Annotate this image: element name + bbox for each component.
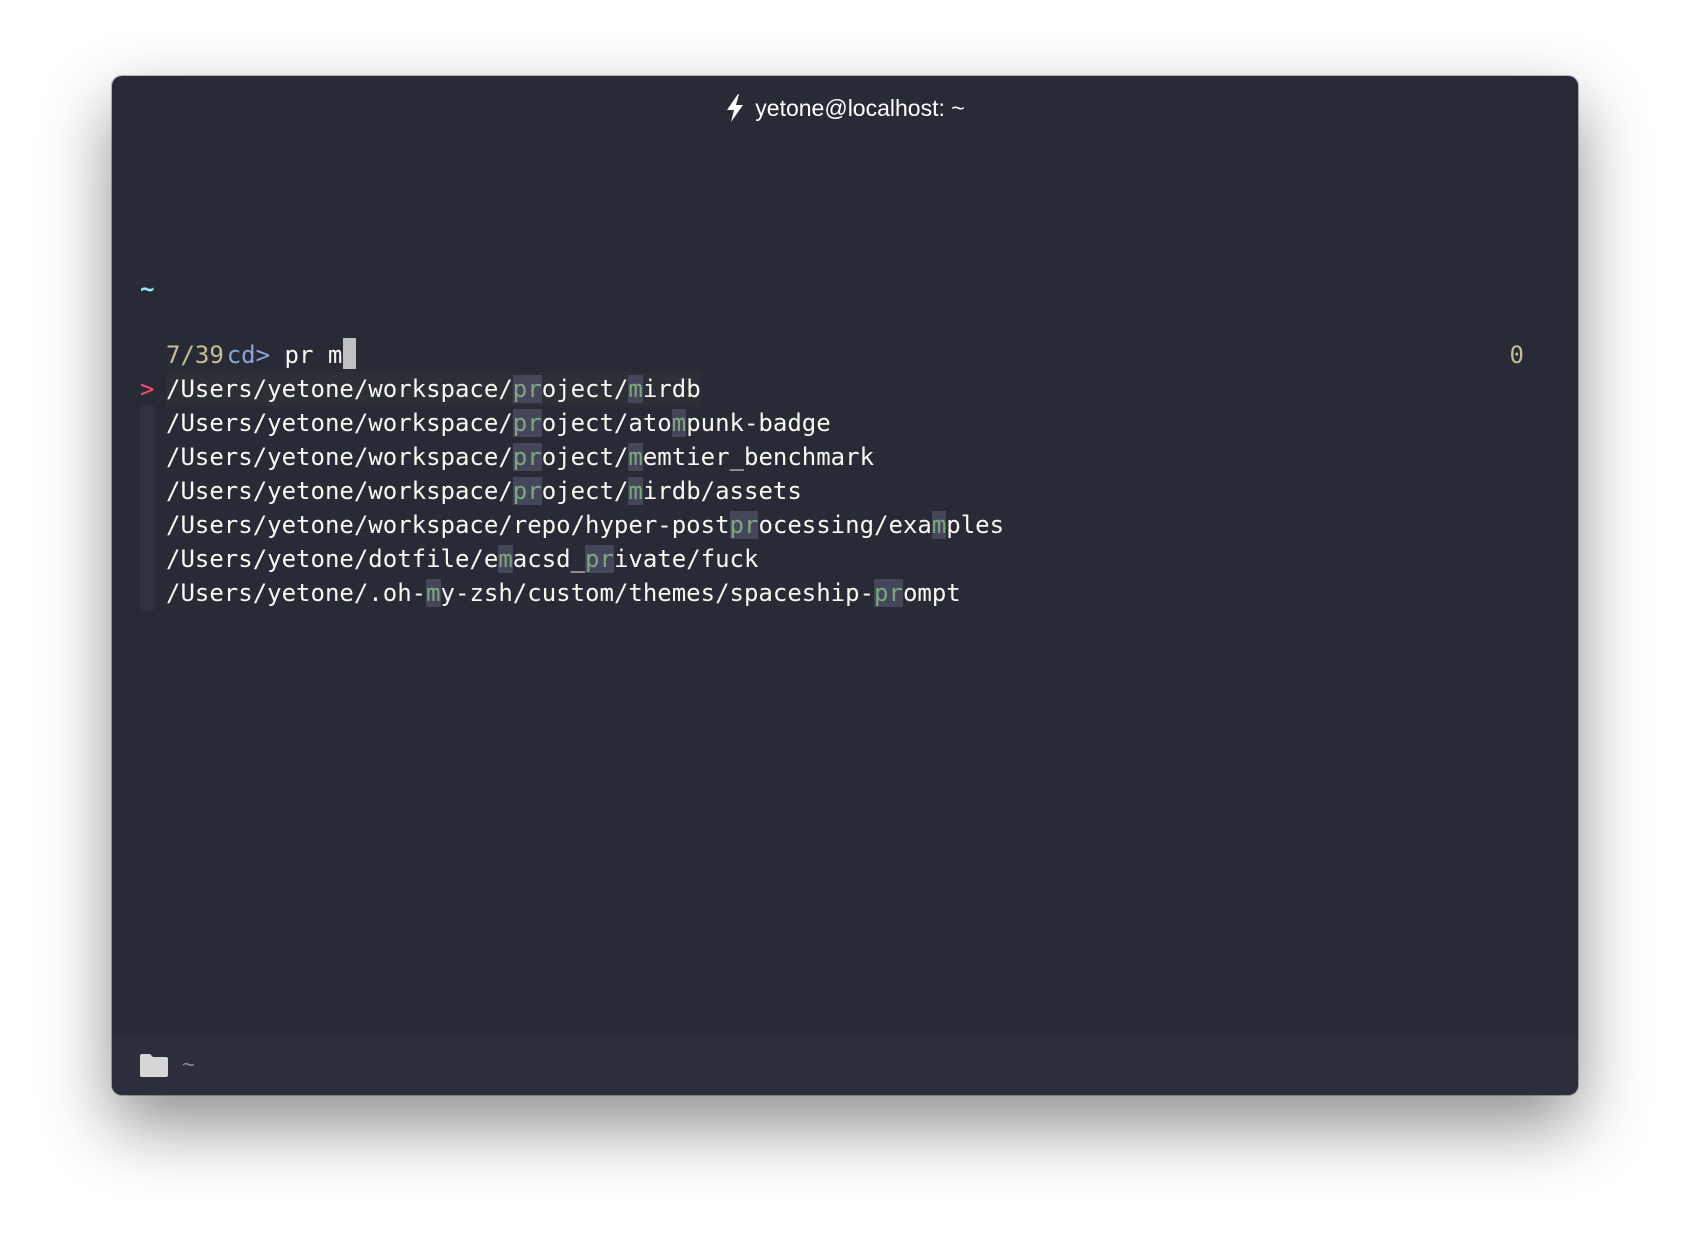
- result-gutter: [140, 576, 154, 610]
- result-gutter: [140, 508, 154, 542]
- result-item[interactable]: /Users/yetone/.oh-my-zsh/custom/themes/s…: [166, 576, 961, 610]
- window-title: yetone@localhost: ~: [755, 94, 965, 121]
- path-text: oject/: [541, 375, 629, 403]
- result-item[interactable]: /Users/yetone/workspace/repo/hyper-postp…: [166, 508, 1004, 542]
- path-text: /Users/yetone/workspace/: [166, 375, 513, 403]
- path-text: y-zsh/custom/themes/spaceship-: [440, 579, 875, 607]
- match-highlight: m: [931, 511, 947, 539]
- terminal-window: yetone@localhost: ~ ~ cd> pr m 7/39 0 > /…: [112, 76, 1578, 1095]
- result-gutter: [140, 542, 154, 576]
- match-highlight: m: [671, 409, 687, 437]
- match-highlight: m: [498, 545, 513, 573]
- path-text: irdb/assets: [642, 477, 802, 505]
- result-item[interactable]: /Users/yetone/dotfile/emacsd_private/fuc…: [166, 542, 758, 576]
- path-text: /Users/yetone/workspace/: [166, 443, 513, 471]
- path-text: ples: [946, 511, 1005, 539]
- lightning-bolt-icon: [727, 94, 744, 122]
- right-count: 0: [1509, 341, 1524, 369]
- title-bar: yetone@localhost: ~: [112, 76, 1578, 140]
- status-bar: ~: [112, 1035, 1578, 1095]
- match-highlight: pr: [585, 545, 614, 573]
- match-highlight: pr: [512, 477, 542, 505]
- result-gutter: [140, 406, 154, 440]
- result-item[interactable]: /Users/yetone/workspace/project/memtier_…: [166, 440, 874, 474]
- match-highlight: m: [628, 375, 643, 403]
- result-gutter: [140, 440, 154, 474]
- path-text: oject/ato: [541, 409, 672, 437]
- path-text: /Users/yetone/.oh-: [166, 579, 427, 607]
- result-gutter: [140, 474, 154, 508]
- path-text: punk-badge: [686, 409, 831, 437]
- path-text: ocessing/exa: [758, 511, 932, 539]
- folder-icon: [140, 1054, 168, 1077]
- match-highlight: pr: [512, 375, 542, 403]
- path-text: /Users/yetone/dotfile/e: [166, 545, 499, 573]
- path-text: irdb: [642, 375, 701, 403]
- result-item[interactable]: /Users/yetone/workspace/project/atompunk…: [166, 406, 831, 440]
- match-highlight: m: [426, 579, 441, 607]
- prompt-line[interactable]: cd> pr m: [140, 304, 357, 369]
- match-count: 7/39: [166, 341, 224, 369]
- path-text: oject/: [541, 477, 629, 505]
- result-gutter: [140, 372, 154, 406]
- match-highlight: pr: [512, 443, 542, 471]
- status-cwd: ~: [182, 1052, 195, 1077]
- match-highlight: m: [628, 443, 643, 471]
- path-text: /Users/yetone/workspace/: [166, 409, 513, 437]
- cwd-line: ~: [140, 275, 155, 303]
- path-text: /Users/yetone/workspace/: [166, 477, 513, 505]
- prompt-label: cd>: [226, 341, 271, 369]
- text-cursor: [343, 338, 357, 369]
- query-input[interactable]: pr m: [285, 341, 343, 369]
- match-highlight: m: [628, 477, 643, 505]
- result-item[interactable]: /Users/yetone/workspace/project/mirdb: [166, 372, 701, 406]
- match-highlight: pr: [512, 409, 542, 437]
- path-text: ompt: [902, 579, 961, 607]
- path-text: acsd_: [512, 545, 586, 573]
- match-highlight: pr: [729, 511, 759, 539]
- path-text: emtier_benchmark: [642, 443, 875, 471]
- path-text: ivate/fuck: [613, 545, 759, 573]
- match-highlight: pr: [874, 579, 903, 607]
- path-text: oject/: [541, 443, 629, 471]
- path-text: /Users/yetone/workspace/repo/hyper-post: [166, 511, 730, 539]
- result-item[interactable]: /Users/yetone/workspace/project/mirdb/as…: [166, 474, 802, 508]
